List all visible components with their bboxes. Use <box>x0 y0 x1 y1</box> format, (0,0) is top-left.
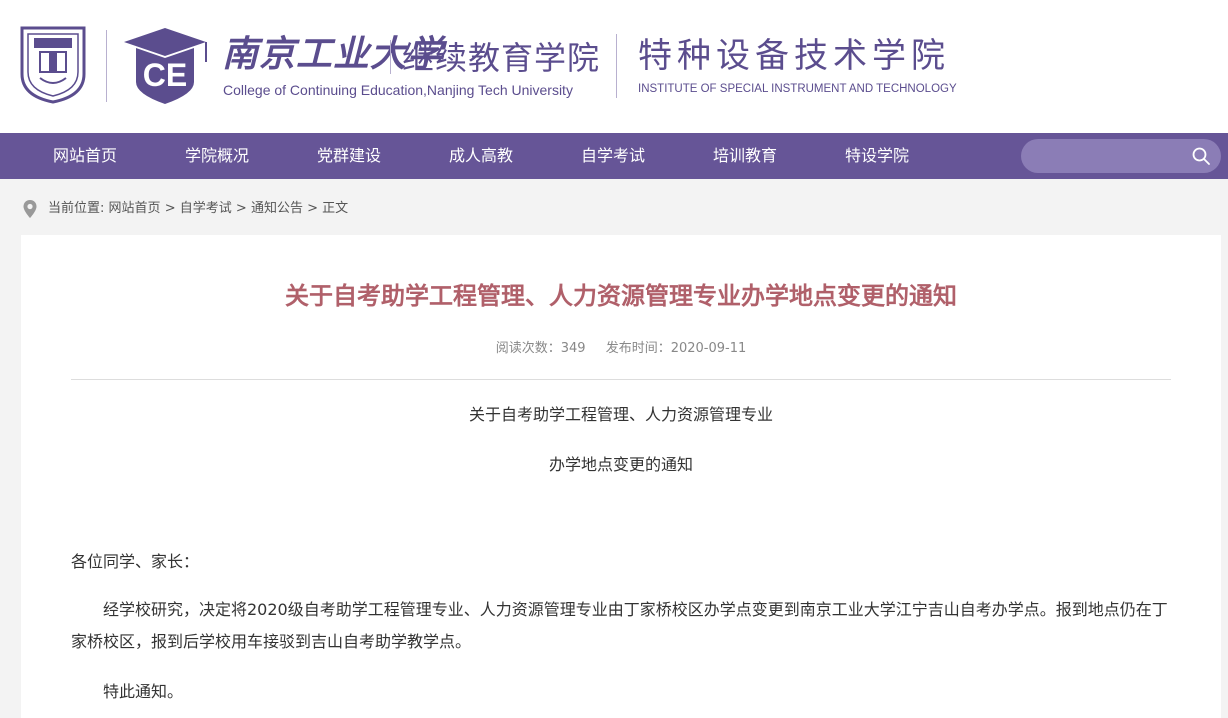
header-divider-2 <box>390 40 391 74</box>
breadcrumb-text: 当前位置: 网站首页 > 自学考试 > 通知公告 > 正文 <box>48 198 348 220</box>
ce-logo: CE <box>124 28 207 104</box>
nav-item-adult-education[interactable]: 成人高教 <box>449 133 513 179</box>
date-label: 发布时间： <box>605 341 671 356</box>
article-panel: 关于自考助学工程管理、人力资源管理专业办学地点变更的通知 阅读次数：349 发布… <box>21 235 1221 718</box>
views-count: 349 <box>560 341 586 356</box>
breadcrumb-link-home[interactable]: 网站首页 <box>109 201 161 216</box>
header-divider <box>106 30 107 102</box>
nav-item-party[interactable]: 党群建设 <box>317 133 381 179</box>
search-icon[interactable] <box>1191 146 1211 166</box>
breadcrumb-separator: > <box>307 201 318 216</box>
institute-name-cn: 特种设备技术学院 <box>638 36 950 76</box>
location-pin-icon <box>23 200 37 218</box>
search-box <box>1021 139 1221 173</box>
article-body-paragraph: 经学校研究，决定将2020级自考助学工程管理专业、人力资源管理专业由丁家桥校区办… <box>71 600 1168 651</box>
college-name-en: College of Continuing Education,Nanjing … <box>223 82 573 98</box>
breadcrumb-separator: > <box>235 201 247 216</box>
breadcrumb-link-self-study[interactable]: 自学考试 <box>180 201 232 216</box>
breadcrumb-prefix: 当前位置: <box>48 201 105 216</box>
publish-date: 2020-09-11 <box>670 341 747 356</box>
ce-logo-text: CE <box>143 57 187 93</box>
university-seal-logo <box>20 26 86 104</box>
nav-item-about[interactable]: 学院概况 <box>185 133 249 179</box>
institute-name-en: INSTITUTE OF SPECIAL INSTRUMENT AND TECH… <box>638 83 957 95</box>
article-greeting: 各位同学、家长： <box>71 552 200 571</box>
article-meta: 阅读次数：349 发布时间：2020-09-11 <box>21 339 1221 359</box>
article-closing: 特此通知。 <box>103 682 184 701</box>
article-subtitle-line2: 办学地点变更的通知 <box>548 455 693 474</box>
date-info: 发布时间：2020-09-11 <box>606 341 747 356</box>
header-divider-3 <box>616 34 617 98</box>
college-name-cn: 继续教育学院 <box>402 39 601 77</box>
title-divider <box>71 379 1171 380</box>
nav-item-special-institute[interactable]: 特设学院 <box>845 133 909 179</box>
views-info: 阅读次数：349 <box>496 341 586 356</box>
views-label: 阅读次数： <box>495 341 561 356</box>
article-title: 关于自考助学工程管理、人力资源管理专业办学地点变更的通知 <box>285 282 957 310</box>
nav-item-self-study-exam[interactable]: 自学考试 <box>581 133 645 179</box>
site-header: CE 南京工业大学 继续教育学院 College of Continuing E… <box>0 0 1228 133</box>
article-subtitle-line1: 关于自考助学工程管理、人力资源管理专业 <box>468 405 773 424</box>
breadcrumb-current: 正文 <box>322 201 349 216</box>
nav-item-home[interactable]: 网站首页 <box>53 133 117 179</box>
breadcrumb-separator: > <box>164 201 176 216</box>
nav-item-training[interactable]: 培训教育 <box>713 133 777 179</box>
breadcrumb-link-notices[interactable]: 通知公告 <box>251 201 303 216</box>
search-input[interactable] <box>1021 139 1181 173</box>
